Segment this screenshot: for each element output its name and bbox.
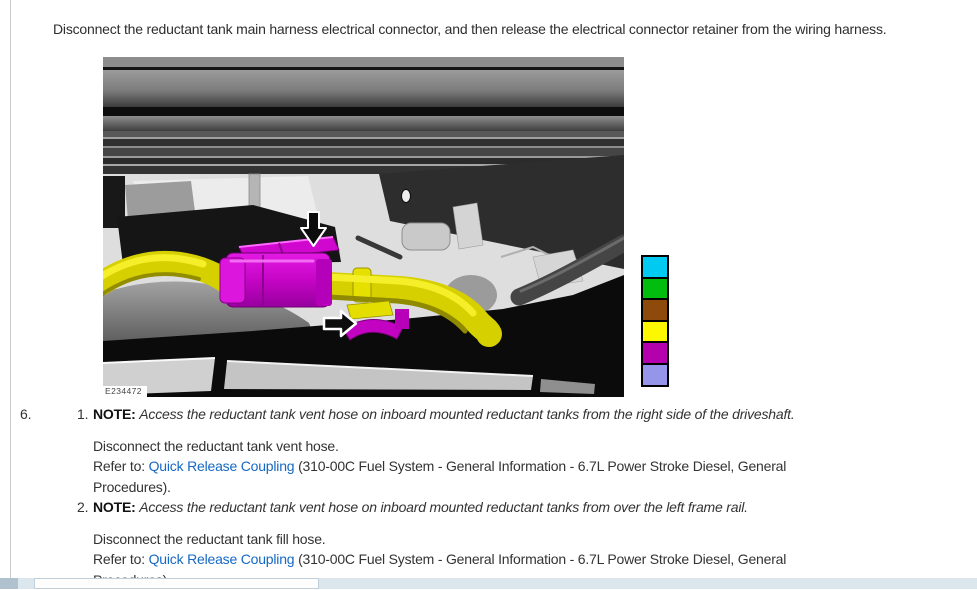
scrollbar-corner [0,578,18,589]
quick-release-coupling-link[interactable]: Quick Release Coupling [149,551,295,567]
legend-swatch-periwinkle [643,363,667,385]
substep-2-note: NOTE: Access the reductant tank vent hos… [93,497,853,518]
color-legend [641,255,669,387]
horizontal-scrollbar[interactable] [0,578,977,589]
substep-2-number: 2. [77,497,93,590]
procedure-steps: 6. 1. NOTE: Access the reductant tank ve… [20,404,950,590]
substep-2-instruction: Disconnect the reductant tank fill hose. [93,529,853,550]
note-text: Access the reductant tank vent hose on i… [139,499,748,515]
substep-2: 2. NOTE: Access the reductant tank vent … [77,497,950,590]
scrollbar-thumb[interactable] [34,578,319,589]
step-number: 6. [20,404,77,590]
substep-1-instruction: Disconnect the reductant tank vent hose. [93,436,853,457]
refer-prefix: Refer to: [93,551,149,567]
figure-illustration [103,57,624,397]
procedure-figure: E234472 [103,57,624,397]
legend-swatch-cyan [643,257,667,277]
legend-swatch-brown [643,298,667,320]
truck-frame-bands [103,57,624,174]
substep-1-note: NOTE: Access the reductant tank vent hos… [93,404,853,425]
refer-prefix: Refer to: [93,458,149,474]
intro-paragraph: Disconnect the reductant tank main harne… [53,19,886,40]
substep-1-refer-line: Refer to: Quick Release Coupling (310-00… [93,456,853,497]
note-label: NOTE: [93,406,136,422]
legend-swatch-yellow [643,320,667,342]
step-item-6: 6. 1. NOTE: Access the reductant tank ve… [20,404,950,590]
note-text: Access the reductant tank vent hose on i… [139,406,794,422]
figure-id-label: E234472 [103,386,147,397]
substep-1-number: 1. [77,404,93,497]
quick-release-coupling-link[interactable]: Quick Release Coupling [149,458,295,474]
substep-1: 1. NOTE: Access the reductant tank vent … [77,404,950,497]
note-label: NOTE: [93,499,136,515]
legend-swatch-magenta [643,341,667,363]
legend-swatch-green [643,277,667,299]
page-left-divider [10,0,11,589]
